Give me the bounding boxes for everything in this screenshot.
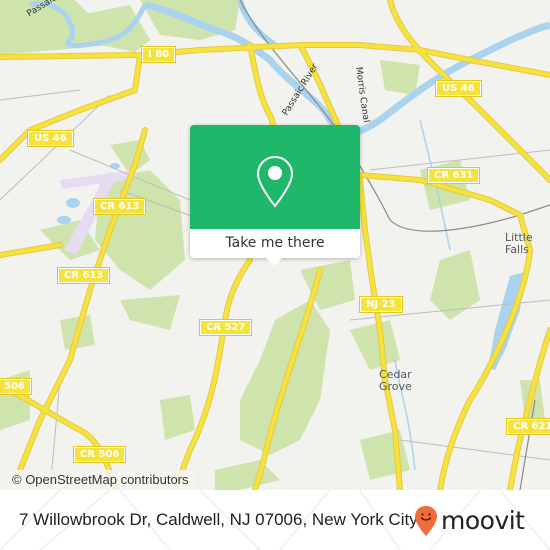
destination-popup[interactable]: Take me there [190, 125, 360, 266]
attribution-text: © OpenStreetMap contributors [12, 472, 189, 487]
moovit-smiley-pin-icon [415, 506, 437, 536]
park [160, 395, 195, 440]
route-shield-cr506-south: CR 506 [72, 446, 127, 463]
footer: 7 Willowbrook Dr, Caldwell, NJ 07006, Ne… [0, 490, 550, 550]
map-attribution[interactable]: © OpenStreetMap contributors [6, 470, 195, 490]
passaic-river [144, 1, 550, 137]
map[interactable]: I 80 US 46 US 46 CR 631 CR 613 CR 613 NJ… [0, 0, 550, 490]
park [360, 430, 410, 480]
route-shield-cr631: CR 631 [426, 167, 481, 184]
destination-address: 7 Willowbrook Dr, Caldwell, NJ 07006, Ne… [19, 510, 418, 529]
route-shield-us46-west: US 46 [27, 130, 74, 147]
route-shield-cr506-west: 506 [0, 378, 32, 395]
place-label-cedar-grove: Cedar Grove [379, 368, 412, 393]
park [380, 60, 420, 95]
park [120, 295, 180, 330]
park [350, 320, 400, 370]
route-shield-cr613-south: CR 613 [56, 267, 111, 284]
moovit-logo[interactable]: moovit [414, 504, 525, 538]
moovit-wordmark: moovit [441, 506, 525, 535]
popup-pointer [266, 258, 282, 266]
route-shield-us46-east: US 46 [435, 80, 482, 97]
map-pin-icon [256, 155, 294, 208]
route-shield-nj23: NJ 23 [359, 296, 403, 313]
park [215, 460, 280, 490]
passaic-river [237, 0, 277, 48]
route-shield-i80: I 80 [140, 46, 177, 63]
route-shield-cr613-north: CR 613 [92, 198, 147, 215]
route-shield-cr621: CR 621 [505, 418, 550, 435]
route-shield-cr527: CR 527 [198, 319, 253, 336]
place-label-little-falls: Little Falls [505, 231, 533, 256]
take-me-there-button[interactable]: Take me there [190, 229, 360, 258]
popup-header [190, 125, 360, 229]
